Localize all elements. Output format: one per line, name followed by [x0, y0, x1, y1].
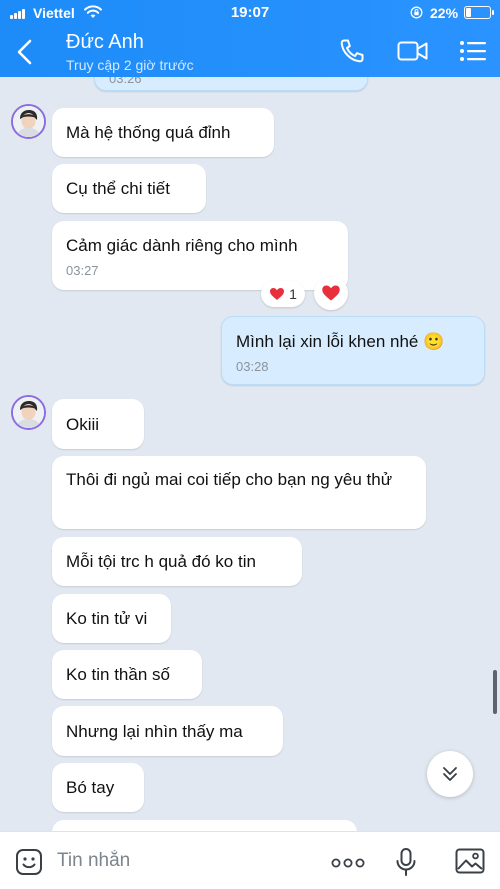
back-icon[interactable] [14, 38, 38, 66]
video-call-icon[interactable] [397, 38, 429, 64]
battery-level [466, 8, 471, 17]
image-icon[interactable] [455, 848, 485, 874]
message-bubble[interactable]: Nhưng lại nhìn thấy ma [52, 706, 283, 756]
message-time: 03:28 [236, 359, 269, 374]
heart-icon [322, 285, 340, 301]
status-time: 19:07 [230, 4, 270, 21]
heart-icon [270, 288, 285, 300]
message-time: 03:26 [109, 77, 142, 86]
message-text: Okiii [66, 415, 100, 434]
message-bubble[interactable]: Mà hệ thống quá đỉnh [52, 108, 274, 157]
menu-icon[interactable] [459, 38, 487, 64]
message-text: Ko tin thần số [66, 665, 170, 684]
chat-header: Viettel 19:07 22% Đức Anh Truy cập 2 giờ… [0, 0, 500, 77]
scroll-to-bottom-button[interactable] [427, 751, 473, 797]
react-button[interactable] [314, 276, 348, 310]
reaction-summary[interactable]: 1 [261, 281, 305, 307]
message-composer [0, 831, 500, 889]
smile-emoji-icon: 🙂 [423, 332, 445, 351]
sticker-icon[interactable] [15, 848, 43, 876]
message-text: Ko tin tử vi [66, 609, 148, 628]
message-text: Mà hệ thống quá đỉnh [66, 123, 231, 142]
message-bubble-mine[interactable]: Mình lại xin lỗi khen nhé 🙂 03:28 [221, 316, 485, 385]
microphone-icon[interactable] [395, 847, 417, 877]
rotation-lock-icon [410, 6, 423, 19]
message-text: Mỗi tội trc h quả đó ko tin [66, 552, 256, 571]
double-chevron-down-icon [443, 767, 457, 781]
last-seen-status: Truy cập 2 giờ trước [66, 57, 194, 73]
message-bubble[interactable]: Cụ thể chi tiết [52, 164, 206, 213]
message-bubble[interactable]: Mỗi tội trc h quả đó ko tin [52, 537, 302, 586]
message-text: Bó tay [66, 778, 115, 797]
message-bubble[interactable]: Cảm giác dành riêng cho mình 03:27 [52, 221, 348, 290]
message-bubble[interactable]: Okiii [52, 399, 144, 449]
battery-percent: 22% [430, 5, 459, 21]
message-input[interactable] [57, 848, 317, 874]
message-bubble[interactable]: Ko tin tử vi [52, 594, 171, 643]
reaction-count: 1 [289, 286, 297, 302]
message-bubble[interactable]: Thôi đi ngủ mai coi tiếp cho bạn ng yêu … [52, 456, 426, 529]
message-bubble-partial[interactable]: 03:26 [94, 77, 368, 91]
message-bubble[interactable]: Bó tay [52, 763, 144, 812]
message-list[interactable]: 03:26 Mà hệ thống quá đỉnh Cụ thể chi ti… [0, 77, 500, 831]
message-text: Cảm giác dành riêng cho mình [66, 236, 298, 255]
avatar[interactable] [11, 395, 46, 430]
status-bar: Viettel 19:07 22% [0, 0, 500, 26]
message-text: Thôi đi ngủ mai coi tiếp cho bạn ng yêu … [66, 470, 393, 489]
battery-icon [464, 6, 494, 19]
contact-name[interactable]: Đức Anh [66, 31, 144, 54]
message-bubble-partial[interactable] [52, 820, 357, 831]
more-icon[interactable] [331, 858, 365, 868]
phone-icon[interactable] [338, 38, 366, 64]
message-text: Mình lại xin lỗi khen nhé 🙂 [236, 332, 445, 351]
message-text: Nhưng lại nhìn thấy ma [66, 722, 243, 741]
avatar[interactable] [11, 104, 46, 139]
avatar-image-icon [13, 397, 44, 428]
message-time: 03:27 [66, 263, 99, 278]
avatar-image-icon [13, 106, 44, 137]
scrollbar[interactable] [493, 670, 497, 714]
message-bubble[interactable]: Ko tin thần số [52, 650, 202, 699]
message-text: Cụ thể chi tiết [66, 179, 170, 198]
